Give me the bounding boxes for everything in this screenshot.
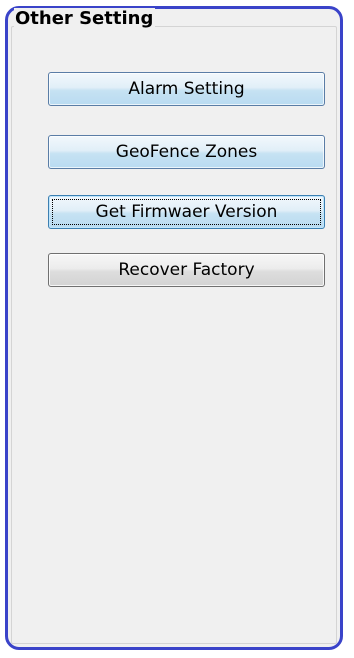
get-firmware-version-button-label: Get Firmwaer Version [95,202,278,222]
groupbox-inner-frame [11,26,337,644]
recover-factory-button-label: Recover Factory [118,260,255,280]
get-firmware-version-button[interactable]: Get Firmwaer Version [48,195,325,229]
group-title: Other Setting [14,8,156,30]
recover-factory-button[interactable]: Recover Factory [48,253,325,287]
geofence-zones-button[interactable]: GeoFence Zones [48,135,325,169]
alarm-setting-button[interactable]: Alarm Setting [48,72,325,106]
alarm-setting-button-label: Alarm Setting [128,79,245,99]
geofence-zones-button-label: GeoFence Zones [115,142,258,162]
